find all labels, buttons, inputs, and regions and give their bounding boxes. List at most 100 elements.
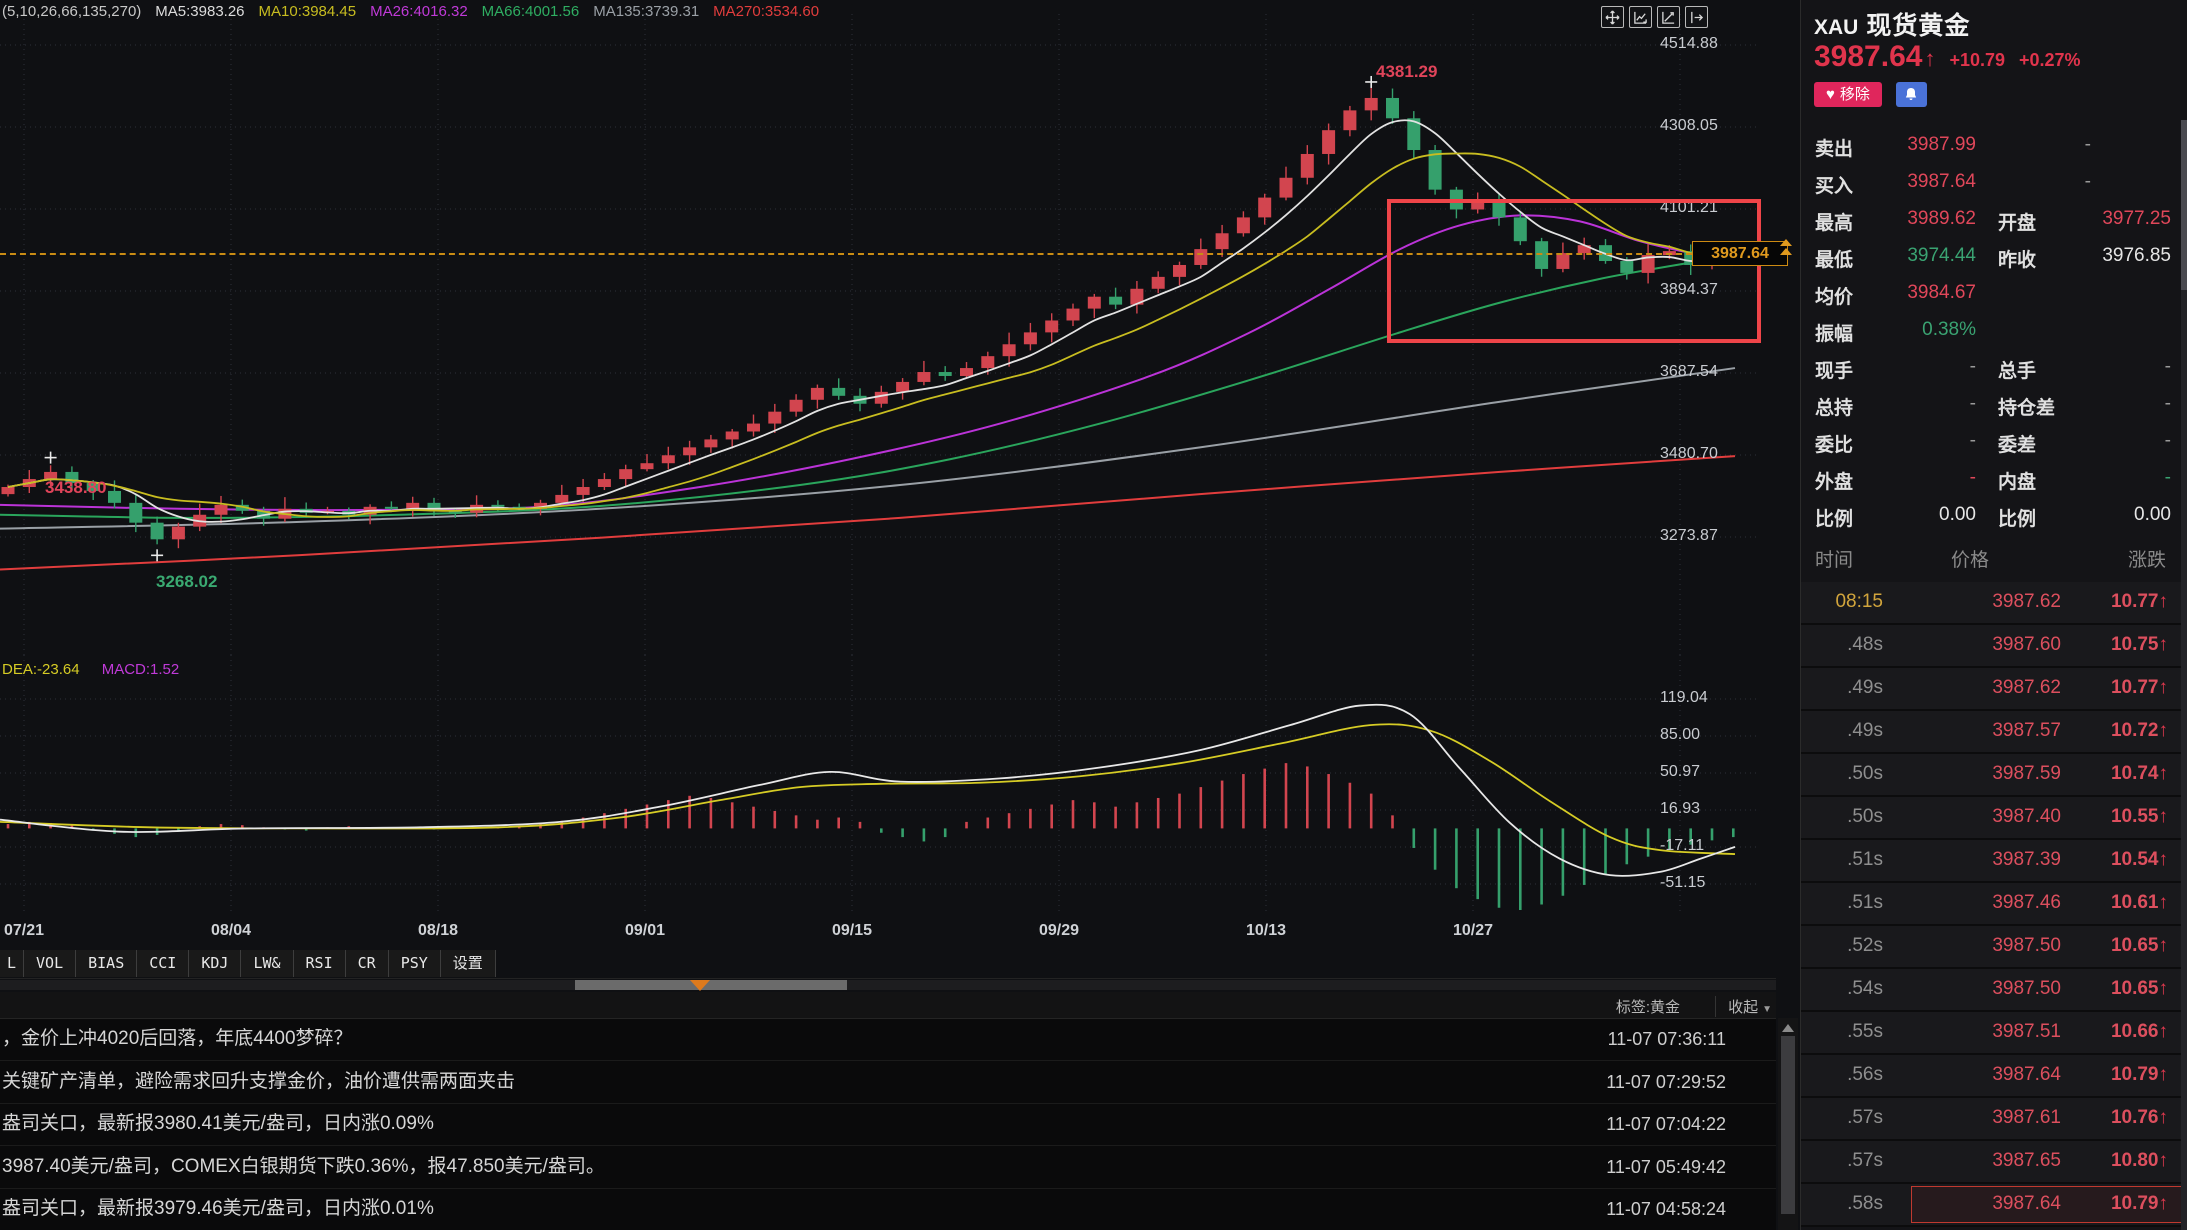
tick-change: 10.66↑ (2056, 1021, 2168, 1043)
quote-panel-scrollbar[interactable] (2181, 120, 2187, 1230)
date-axis-label: 09/29 (1024, 922, 1094, 940)
quote-value: 3976.85 (2056, 245, 2171, 267)
instrument-title: XAU 现货黄金 (1814, 6, 1970, 42)
tab-vol[interactable]: VOL (24, 950, 76, 977)
news-title: ，金价上冲4020后回落，年底4400梦碎？ (2, 1018, 353, 1060)
price-axis-label: 3480.70 (1660, 445, 1772, 463)
quote-value: - (2056, 467, 2171, 489)
tab-lw&[interactable]: LW& (241, 950, 293, 977)
chart-horizontal-scrollbar[interactable] (0, 980, 1776, 990)
tick-time: .57s (1801, 1107, 1883, 1129)
date-axis-label: 08/04 (196, 922, 266, 940)
up-arrow-icon: ↑ (2159, 591, 2169, 612)
tick-row: .49s3987.5710.72↑ (1801, 711, 2187, 754)
tick-price: 3987.39 (1931, 849, 2061, 871)
news-scrollbar-thumb[interactable] (1781, 1036, 1795, 1214)
up-arrow-icon: ↑ (2159, 1107, 2169, 1128)
quote-value: 0.00 (2056, 504, 2171, 526)
tick-row: .51s3987.3910.54↑ (1801, 840, 2187, 883)
quote-value: 3984.67 (1871, 282, 1976, 304)
tick-price: 3987.57 (1931, 720, 2061, 742)
price-up-arrows-icon (1780, 239, 1792, 257)
quote-label: 持仓差 (1998, 393, 2055, 420)
ma-legend-item: MA270:3534.60 (713, 3, 819, 20)
quote-value: 3987.99 (1871, 134, 1976, 156)
remove-watchlist-button[interactable]: ♥移除 (1814, 82, 1882, 107)
tab-cci[interactable]: CCI (137, 950, 189, 977)
last-price: 3987.64 (1814, 40, 1922, 73)
tab-psy[interactable]: PSY (389, 950, 441, 977)
left-low-annotation: 3268.02 (156, 572, 217, 592)
macd-legend: DEA:-23.64 MACD:1.52 (2, 661, 179, 678)
news-item[interactable]: 盎司关口，最新报3980.41美元/盎司，日内涨0.09% 11-07 07:04… (0, 1103, 1776, 1146)
tick-list: 08:153987.6210.77↑.48s3987.6010.75↑.49s3… (1801, 582, 2187, 1227)
news-item[interactable]: 关键矿产清单，避险需求回升支撑金价，油价遭供需两面夹击11-07 07:29:5… (0, 1061, 1776, 1104)
chart-region[interactable]: (5,10,26,66,135,270)MA5:3983.26MA10:3984… (0, 0, 1800, 1230)
news-title: 3987.40美元/盎司，COMEX白银期货下跌0.36%，报47.850美元/… (2, 1146, 605, 1188)
collapse-button[interactable]: 收起▼ (1715, 996, 1772, 1017)
tick-price: 3987.64 (1931, 1193, 2061, 1215)
tab-rsi[interactable]: RSI (294, 950, 346, 977)
quote-panel: XAU现货黄金 3987.64↑+10.79+0.27% ♥移除 卖出3987.… (1800, 0, 2187, 1230)
news-header: 标签:黄金 收起▼ (0, 992, 1776, 1019)
ma-legend-item: MA66:4001.56 (482, 3, 580, 20)
tick-change: 10.61↑ (2056, 892, 2168, 914)
quote-label: 现手 (1815, 356, 1853, 383)
scroll-up-icon[interactable] (1782, 1024, 1794, 1032)
trend-line-tool-icon[interactable] (1657, 6, 1680, 28)
drawing-rectangle-annotation[interactable] (1387, 199, 1761, 343)
up-arrow-icon: ↑ (2159, 978, 2169, 999)
quote-value: - (1871, 393, 1976, 415)
tick-price: 3987.46 (1931, 892, 2061, 914)
news-title: 盎司关口，最新报3980.41美元/盎司，日内涨0.09% (2, 1103, 434, 1145)
news-item[interactable]: 3987.40美元/盎司，COMEX白银期货下跌0.36%，报47.850美元/… (0, 1146, 1776, 1189)
scrollbar-thumb[interactable] (575, 980, 847, 990)
instrument-name: 现货黄金 (1866, 12, 1970, 40)
macd-axis-label: 16.93 (1660, 800, 1772, 818)
quote-label: 昨收 (1998, 245, 2036, 272)
quote-value: - (1871, 430, 1976, 452)
tick-change: 10.65↑ (2056, 978, 2168, 1000)
tick-change: 10.55↑ (2056, 806, 2168, 828)
date-axis-label: 09/01 (610, 922, 680, 940)
quote-label: 比例 (1998, 504, 2036, 531)
date-axis-label: 07/21 (0, 922, 59, 940)
macd-chart[interactable] (0, 655, 1800, 915)
quote-label: 外盘 (1815, 467, 1853, 494)
news-item[interactable]: ，金价上冲4020后回落，年底4400梦碎？11-07 07:36:11 (0, 1018, 1776, 1061)
price-axis-label: 4308.05 (1660, 117, 1772, 135)
instrument-symbol: XAU (1814, 16, 1858, 39)
indicator-window-icon[interactable] (1629, 6, 1652, 28)
quote-actions: ♥移除 (1814, 82, 1927, 107)
quote-label: 最高 (1815, 208, 1853, 235)
ma-legend-item: MA26:4016.32 (370, 3, 468, 20)
tab-设置[interactable]: 设置 (441, 950, 496, 977)
price-row: 3987.64↑+10.79+0.27% (1814, 40, 2081, 74)
pane-expand-icon[interactable] (1685, 6, 1708, 28)
tab-cr[interactable]: CR (346, 950, 389, 977)
price-axis-label: 4514.88 (1660, 35, 1772, 53)
tick-time: .49s (1801, 720, 1883, 742)
tick-row: .50s3987.5910.74↑ (1801, 754, 2187, 797)
macd-pane[interactable]: DEA:-23.64 MACD:1.52 (0, 655, 1800, 915)
news-title: 盎司关口，最新报3979.46美元/盎司，日内涨0.01% (2, 1188, 434, 1230)
tab-bias[interactable]: BIAS (76, 950, 137, 977)
date-axis-label: 08/18 (403, 922, 473, 940)
tab-l[interactable]: L (0, 950, 24, 977)
news-scrollbar[interactable] (1778, 1018, 1798, 1230)
quote-value: 3987.64 (1871, 171, 1976, 193)
tick-time: .51s (1801, 892, 1883, 914)
tab-kdj[interactable]: KDJ (189, 950, 241, 977)
tick-price: 3987.50 (1931, 978, 2061, 1000)
crosshair-icon[interactable] (1601, 6, 1624, 28)
scroll-position-marker-icon (690, 980, 710, 991)
tick-change: 10.77↑ (2056, 591, 2168, 613)
tick-price: 3987.40 (1931, 806, 2061, 828)
tick-row: .58s3987.6410.79↑ (1801, 1184, 2187, 1227)
news-item[interactable]: 盎司关口，最新报3979.46美元/盎司，日内涨0.01%11-07 04:58… (0, 1188, 1776, 1230)
news-timestamp: 11-07 07:04:22 (1606, 1103, 1726, 1145)
alert-bell-button[interactable] (1896, 82, 1927, 107)
quote-label: 比例 (1815, 504, 1853, 531)
ma-legend-item: MA5:3983.26 (155, 3, 244, 20)
quote-value: - (2001, 171, 2091, 193)
